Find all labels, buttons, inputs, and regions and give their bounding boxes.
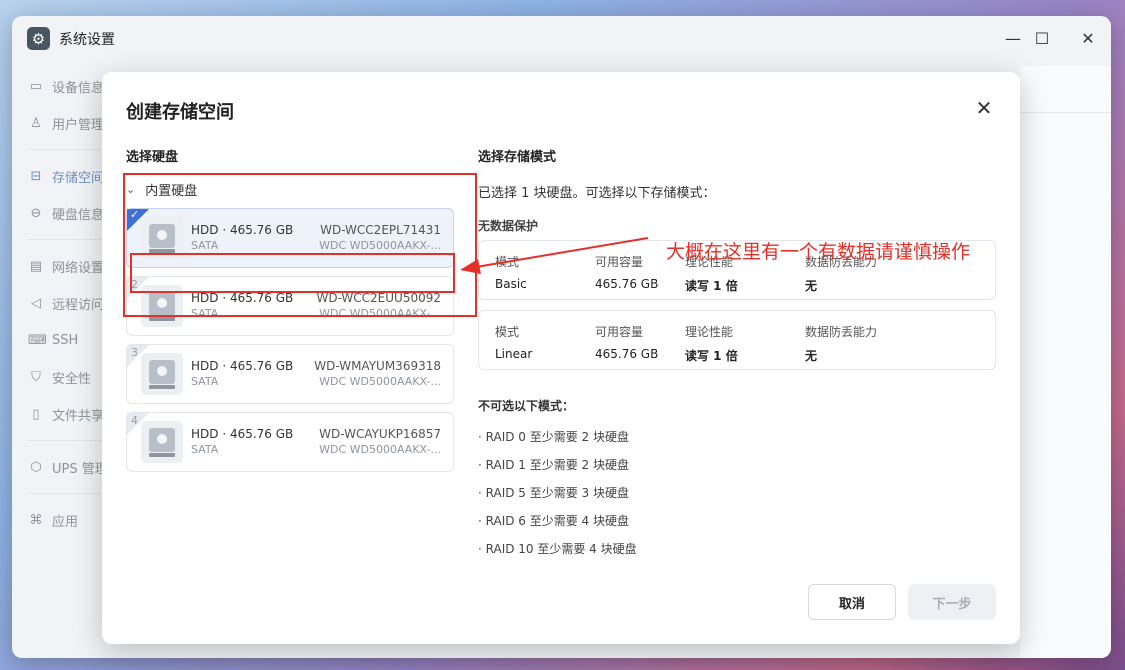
gear-icon: ⚙ [27, 27, 50, 50]
sidebar-item-label: UPS 管理 [52, 461, 108, 477]
loss-value: 无 [805, 349, 818, 363]
performance-value: 读写 1 倍 [685, 279, 738, 293]
maximize-icon[interactable]: ☐ [1028, 25, 1056, 51]
mode-value: Basic [495, 277, 527, 291]
sidebar-item-label: SSH [52, 332, 79, 348]
minimize-icon[interactable]: — [999, 25, 1027, 51]
ups-icon: ⬡ [30, 459, 42, 475]
performance-header: 理论性能 [685, 325, 734, 339]
sidebar-item-users[interactable]: ♙ 用户管理 [28, 108, 104, 138]
sidebar-item-device-info[interactable]: ▭ 设备信息 [28, 71, 104, 101]
network-icon: ▤ [29, 258, 43, 274]
divider [28, 239, 108, 240]
mode-header: 模式 [495, 325, 520, 339]
sidebar-item-label: 存储空间 [52, 170, 105, 186]
unavailable-mode: · RAID 1 至少需要 2 块硬盘 [478, 458, 629, 472]
unavailable-heading: 不可选以下模式： [478, 399, 575, 413]
disk-index: 3 [131, 346, 138, 359]
sidebar-item-ssh[interactable]: ⌨ SSH [28, 325, 78, 355]
capacity-header: 可用容量 [595, 325, 644, 339]
divider [28, 149, 108, 150]
performance-value: 读写 1 倍 [685, 349, 738, 363]
sidebar-item-label: 安全性 [52, 371, 92, 387]
disk-index: 4 [131, 414, 138, 427]
disk-bus: SATA [191, 375, 219, 388]
user-icon: ♙ [30, 115, 42, 131]
device-icon: ▭ [29, 78, 43, 94]
disk-model: WDC WD5000AAKX-... [319, 443, 441, 456]
capacity-header: 可用容量 [595, 255, 644, 269]
no-protection-label: 无数据保护 [478, 219, 539, 233]
select-mode-heading: 选择存储模式 [478, 150, 557, 165]
sidebar-item-file-share[interactable]: ▯ 文件共享 [28, 399, 104, 429]
loss-header: 数据防丢能力 [805, 325, 878, 339]
title-bar: ⚙ 系统设置 — ☐ ✕ [12, 16, 1111, 60]
file-share-icon: ▯ [32, 406, 40, 422]
mode-header: 模式 [495, 255, 520, 269]
sidebar-item-label: 硬盘信息 [52, 207, 105, 223]
divider [1020, 112, 1111, 113]
sidebar-item-label: 网络设置 [52, 260, 105, 276]
next-button[interactable]: 下一步 [908, 584, 996, 620]
sidebar-item-disk-info[interactable]: ⊖ 硬盘信息 [28, 198, 104, 228]
apps-icon: ⌘ [29, 512, 43, 528]
sidebar-item-label: 应用 [52, 514, 79, 530]
select-disk-heading: 选择硬盘 [126, 150, 179, 165]
ssh-icon: ⌨ [28, 332, 47, 348]
annotation-text: 大概在这里有一个有数据请谨慎操作 [666, 241, 971, 263]
unavailable-mode: · RAID 10 至少需要 4 块硬盘 [478, 542, 637, 556]
hdd-icon [141, 421, 183, 463]
shield-icon: ⛉ [31, 369, 41, 385]
capacity-value: 465.76 GB [595, 347, 659, 361]
disk-icon: ⊖ [30, 205, 42, 221]
disk-card[interactable]: 3 HDD · 465.76 GB SATA WD-WMAYUM369318 W… [126, 344, 454, 404]
disk-spec: HDD · 465.76 GB [191, 427, 294, 441]
create-storage-dialog: 创建存储空间 ✕ 选择硬盘 ⌄ 内置硬盘 ✓ HDD · 465.76 GB S… [102, 72, 1020, 644]
disk-spec: HDD · 465.76 GB [191, 359, 294, 373]
sidebar-item-network[interactable]: ▤ 网络设置 [28, 251, 104, 281]
sidebar-item-label: 用户管理 [52, 117, 105, 133]
disk-model: WDC WD5000AAKX-... [319, 375, 441, 388]
window-title: 系统设置 [59, 32, 115, 48]
unavailable-mode: · RAID 6 至少需要 4 块硬盘 [478, 514, 629, 528]
content-panel [1020, 66, 1111, 658]
remote-icon: ◁ [31, 295, 41, 311]
cancel-button[interactable]: 取消 [808, 584, 896, 620]
close-icon[interactable]: ✕ [972, 96, 996, 120]
unavailable-mode: · RAID 0 至少需要 2 块硬盘 [478, 430, 629, 444]
disk-bus: SATA [191, 443, 219, 456]
disk-serial: WD-WMAYUM369318 [314, 359, 441, 373]
disk-card[interactable]: 4 HDD · 465.76 GB SATA WD-WCAYUKP16857 W… [126, 412, 454, 472]
selection-hint: 已选择 1 块硬盘。可选择以下存储模式： [478, 186, 716, 201]
divider [28, 493, 108, 494]
sidebar-item-label: 设备信息 [52, 80, 105, 96]
capacity-value: 465.76 GB [595, 277, 659, 291]
annotation-box-inner [130, 253, 455, 293]
dialog-title: 创建存储空间 [126, 102, 234, 123]
mode-option-linear[interactable]: 模式 可用容量 理论性能 数据防丢能力 Linear 465.76 GB 读写 … [478, 310, 996, 370]
loss-value: 无 [805, 279, 818, 293]
sidebar-item-label: 远程访问 [52, 297, 105, 313]
unavailable-mode: · RAID 5 至少需要 3 块硬盘 [478, 486, 629, 500]
annotation-box-outer [123, 173, 477, 317]
storage-icon: ⊟ [30, 168, 42, 184]
sidebar-item-label: 文件共享 [52, 408, 105, 424]
close-icon[interactable]: ✕ [1074, 25, 1102, 51]
disk-serial: WD-WCAYUKP16857 [319, 427, 441, 441]
sidebar-item-storage[interactable]: ⊟ 存储空间 [28, 161, 104, 191]
sidebar-item-ups[interactable]: ⬡ UPS 管理 [28, 452, 108, 482]
sidebar-item-remote[interactable]: ◁ 远程访问 [28, 288, 104, 318]
divider [28, 440, 108, 441]
mode-value: Linear [495, 347, 533, 361]
sidebar-item-security[interactable]: ⛉ 安全性 [28, 362, 91, 392]
sidebar-item-apps[interactable]: ⌘ 应用 [28, 505, 79, 535]
hdd-icon [141, 353, 183, 395]
